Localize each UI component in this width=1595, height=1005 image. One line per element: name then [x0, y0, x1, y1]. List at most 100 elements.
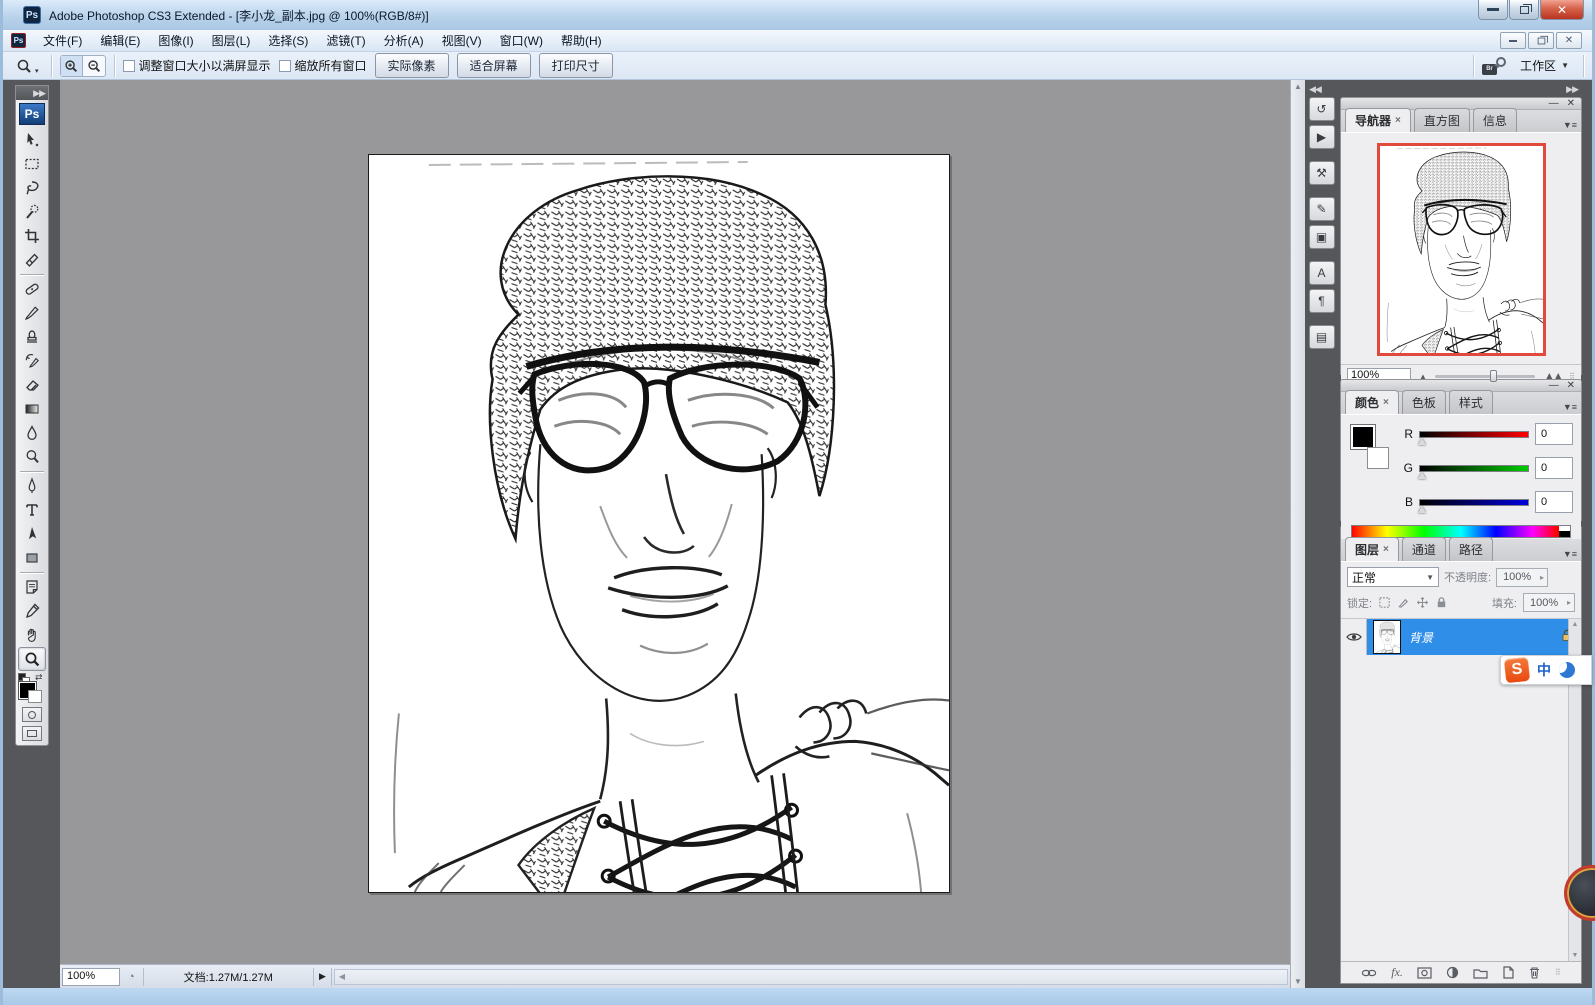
lock-transparency-icon[interactable] [1378, 596, 1391, 609]
bridge-button[interactable]: Br [1482, 57, 1506, 75]
hand-tool[interactable] [18, 623, 46, 647]
panel-menu-icon[interactable]: ▼≡ [1563, 120, 1577, 130]
pen-tool[interactable] [18, 474, 46, 498]
adjustment-layer-button[interactable] [1446, 966, 1459, 979]
panels-expand-handle[interactable]: ▶▶ [1340, 84, 1582, 97]
tab-color[interactable]: 颜色× [1345, 390, 1399, 414]
menu-edit[interactable]: 编辑(E) [91, 30, 149, 51]
tab-paths[interactable]: 路径 [1449, 537, 1493, 561]
lasso-tool[interactable] [18, 176, 46, 200]
foreground-color-swatch[interactable] [1351, 425, 1375, 449]
swap-colors-icon[interactable]: ⇄ [35, 672, 43, 683]
tool-presets-panel-button[interactable]: ⚒ [1309, 161, 1335, 185]
panel-minimize-icon[interactable]: — [1549, 98, 1559, 109]
tab-channels[interactable]: 通道 [1402, 537, 1446, 561]
panel-close-icon[interactable]: ✕ [1567, 380, 1575, 391]
fit-screen-button[interactable]: 适合屏幕 [457, 53, 531, 78]
notes-tool[interactable] [18, 575, 46, 599]
fill-arrow-icon[interactable]: ▸ [1567, 598, 1571, 607]
actual-pixels-button[interactable]: 实际像素 [375, 53, 449, 78]
status-menu-button[interactable]: ▶ [314, 968, 332, 986]
print-size-button[interactable]: 打印尺寸 [539, 53, 613, 78]
crop-tool[interactable] [18, 224, 46, 248]
blue-slider-thumb[interactable] [1418, 506, 1426, 513]
red-slider-thumb[interactable] [1418, 438, 1426, 445]
navigator-preview[interactable] [1377, 143, 1546, 356]
clone-source-panel-button[interactable]: ▣ [1309, 225, 1335, 249]
background-color-swatch[interactable] [1367, 447, 1389, 469]
green-value-field[interactable]: 0 [1535, 457, 1573, 479]
clone-stamp-tool[interactable] [18, 325, 46, 349]
spot-healing-brush-tool[interactable] [18, 277, 46, 301]
tab-layers[interactable]: 图层× [1345, 537, 1399, 561]
layer-row-background[interactable]: 背景 [1341, 619, 1581, 655]
default-colors-icon[interactable] [18, 673, 26, 681]
history-panel-button[interactable]: ↺ [1309, 97, 1335, 121]
horizontal-scrollbar[interactable]: ◀ [334, 969, 1288, 985]
maximize-button[interactable] [1509, 0, 1539, 20]
panel-menu-icon[interactable]: ▼≡ [1563, 549, 1577, 559]
doc-restore-button[interactable] [1528, 32, 1554, 49]
layer-visibility-toggle[interactable] [1341, 619, 1367, 655]
menu-file[interactable]: 文件(F) [34, 30, 91, 51]
close-button[interactable]: ✕ [1540, 0, 1584, 20]
layer-style-button[interactable]: fx. [1391, 965, 1403, 980]
eraser-tool[interactable] [18, 373, 46, 397]
eyedropper-tool[interactable] [18, 599, 46, 623]
type-tool[interactable] [18, 498, 46, 522]
blue-slider[interactable] [1419, 499, 1529, 506]
zoom-tool[interactable] [18, 647, 46, 671]
layer-name[interactable]: 背景 [1409, 629, 1561, 646]
tab-swatches[interactable]: 色板 [1402, 390, 1446, 414]
panel-resize-grip[interactable]: ⠿ [1555, 968, 1561, 977]
menu-select[interactable]: 选择(S) [259, 30, 317, 51]
panel-menu-icon[interactable]: ▼≡ [1563, 402, 1577, 412]
document-canvas[interactable] [368, 154, 950, 893]
panel-minimize-icon[interactable]: — [1549, 380, 1559, 391]
resize-window-checkbox[interactable] [123, 60, 135, 72]
zoom-slider-thumb[interactable] [1490, 370, 1497, 382]
lock-position-icon[interactable] [1416, 596, 1429, 609]
navigator-zoom-slider[interactable] [1435, 375, 1535, 378]
quick-mask-button[interactable] [22, 707, 42, 722]
gradient-tool[interactable] [18, 397, 46, 421]
background-color-swatch[interactable] [28, 690, 42, 703]
fill-field[interactable]: 100% ▸ [1523, 593, 1575, 612]
red-value-field[interactable]: 0 [1535, 423, 1573, 445]
blue-value-field[interactable]: 0 [1535, 491, 1573, 513]
new-layer-button[interactable] [1502, 966, 1514, 979]
opacity-arrow-icon[interactable]: ▸ [1540, 573, 1544, 582]
current-tool-button[interactable]: ▾ [11, 55, 43, 77]
menu-filter[interactable]: 滤镜(T) [317, 30, 374, 51]
character-panel-button[interactable]: A [1309, 261, 1335, 285]
green-slider-thumb[interactable] [1418, 472, 1426, 479]
delete-layer-button[interactable] [1528, 966, 1541, 979]
doc-close-button[interactable]: ✕ [1556, 32, 1582, 49]
tab-close-icon[interactable]: × [1383, 544, 1389, 555]
zoom-all-option[interactable]: 缩放所有窗口 [279, 57, 367, 74]
tab-close-icon[interactable]: × [1383, 397, 1389, 408]
brushes-panel-button[interactable]: ✎ [1309, 197, 1335, 221]
actions-panel-button[interactable]: ▶ [1309, 125, 1335, 149]
layer-comps-panel-button[interactable]: ▤ [1309, 325, 1335, 349]
blend-mode-select[interactable]: 正常 ▼ [1347, 567, 1439, 587]
workspace-menu[interactable]: 工作区 ▼ [1514, 57, 1575, 74]
add-layer-mask-button[interactable] [1417, 967, 1432, 979]
zoom-out-mode-button[interactable] [83, 56, 105, 76]
ime-fullwidth-icon[interactable] [1559, 662, 1575, 678]
quick-selection-tool[interactable] [18, 200, 46, 224]
history-brush-tool[interactable] [18, 349, 46, 373]
resize-window-option[interactable]: 调整窗口大小以满屏显示 [123, 57, 271, 74]
menu-window[interactable]: 窗口(W) [491, 30, 552, 51]
canvas-area[interactable] [60, 80, 1290, 964]
tab-navigator[interactable]: 导航器× [1345, 108, 1411, 132]
path-selection-tool[interactable] [18, 522, 46, 546]
minimize-button[interactable] [1478, 0, 1508, 20]
ime-chinese-mode[interactable]: 中 [1537, 660, 1551, 680]
menu-help[interactable]: 帮助(H) [552, 30, 611, 51]
tab-histogram[interactable]: 直方图 [1414, 108, 1470, 132]
doc-minimize-button[interactable] [1500, 32, 1526, 49]
toolbox-collapse-handle[interactable]: ▶▶ [16, 86, 48, 100]
menu-image[interactable]: 图像(I) [149, 30, 202, 51]
tab-styles[interactable]: 样式 [1449, 390, 1493, 414]
